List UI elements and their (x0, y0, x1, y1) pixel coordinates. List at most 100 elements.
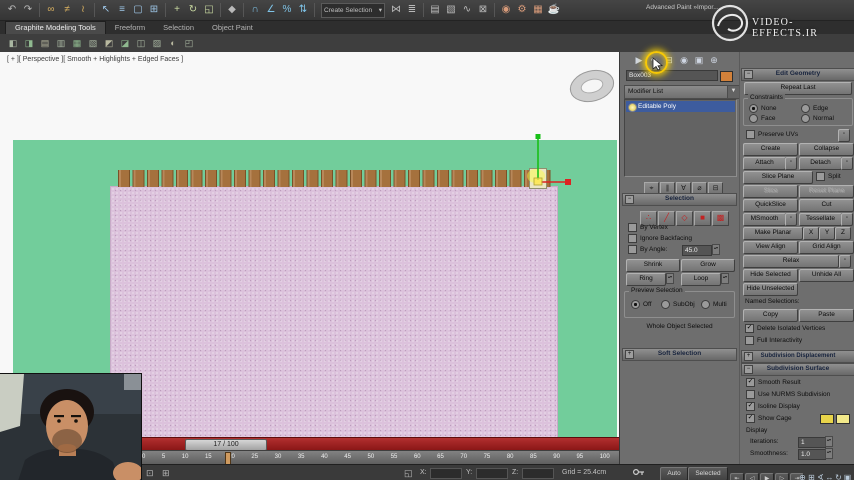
previous-frame-button[interactable]: ◁ (745, 473, 759, 480)
copy-button[interactable]: Copy (743, 309, 798, 322)
viewport-label[interactable]: [ + ][ Perspective ][ Smooth + Highlight… (7, 56, 183, 63)
play-button[interactable]: ▶ (760, 473, 774, 480)
align-icon[interactable]: ≣ (404, 2, 420, 18)
pan-icon[interactable]: ↔ (825, 472, 834, 480)
relax-settings-button[interactable]: ▫ (839, 255, 851, 268)
border-mode-icon[interactable]: ◇ (676, 211, 693, 226)
soft-selection-rollout-header[interactable]: + Soft Selection (622, 348, 737, 361)
loop-spinner[interactable]: ▴▾ (721, 273, 729, 284)
by-angle-checkbox[interactable]: By Angle: (628, 245, 667, 254)
cage-selected-color-swatch[interactable] (836, 414, 850, 424)
smoothness-spinner[interactable]: ▴▾ (825, 448, 833, 459)
smooth-result-checkbox[interactable]: Smooth Result (746, 378, 801, 387)
planar-y-button[interactable]: Y (819, 227, 835, 240)
ribbon-icon[interactable]: ▨ (150, 36, 164, 50)
ribbon-tab[interactable]: Selection (154, 21, 203, 34)
modifier-stack[interactable]: Editable Poly (624, 99, 737, 177)
use-nurms-checkbox[interactable]: Use NURMS Subdivision (746, 390, 830, 399)
full-interactivity-checkbox[interactable]: Full Interactivity (745, 336, 802, 345)
shrink-button[interactable]: Shrink (626, 259, 680, 272)
angle-value-field[interactable]: 45.0 (682, 245, 712, 256)
rendered-frame-icon[interactable]: ▦ (530, 2, 546, 18)
graphite-toggle-icon[interactable]: ▧ (443, 2, 459, 18)
rect-selection-region-icon[interactable]: ▢ (130, 2, 146, 18)
redo-icon[interactable]: ↷ (20, 2, 36, 18)
hide-selected-button[interactable]: Hide Selected (743, 269, 798, 282)
msmooth-settings-button[interactable]: ▫ (785, 213, 797, 226)
isolate-toggle-icon[interactable]: ⊞ (162, 467, 170, 479)
delete-isolated-vertices-checkbox[interactable]: Delete Isolated Vertices (745, 324, 825, 333)
by-vertex-checkbox[interactable]: By Vertex (628, 223, 668, 232)
create-tab-icon[interactable]: ▶ (632, 53, 646, 67)
angle-spinner[interactable]: ▴▾ (712, 244, 720, 255)
relax-button[interactable]: Relax (743, 255, 839, 268)
iterations-field[interactable]: 1 (798, 437, 826, 448)
utilities-tab-icon[interactable]: ⊕ (707, 53, 721, 67)
ribbon-icon[interactable]: ◨ (22, 36, 36, 50)
cut-button[interactable]: Cut (799, 199, 854, 212)
slice-plane-button[interactable]: Slice Plane (743, 171, 813, 184)
detach-button[interactable]: Detach (799, 157, 842, 170)
ring-spinner[interactable]: ▴▾ (666, 273, 674, 284)
modifier-list-dropdown[interactable]: Modifier List ▼ (624, 85, 740, 99)
selection-lock-icon[interactable]: ⊡ (146, 467, 154, 479)
maximize-viewport-icon[interactable]: ▣ (843, 472, 852, 480)
window-crossing-icon[interactable]: ⊞ (146, 2, 162, 18)
ribbon-icon[interactable]: ◫ (134, 36, 148, 50)
attach-button[interactable]: Attach (743, 157, 786, 170)
rotate-icon[interactable]: ↻ (185, 2, 201, 18)
fov-icon[interactable]: ∢ (816, 472, 825, 480)
split-checkbox[interactable]: Split (816, 172, 841, 181)
detach-settings-button[interactable]: ▫ (841, 157, 853, 170)
absolute-offset-toggle-icon[interactable]: ◱ (404, 467, 413, 479)
next-frame-button[interactable]: ▷ (775, 473, 789, 480)
modifier-stack-item[interactable]: Editable Poly (626, 101, 735, 112)
ignore-backfacing-checkbox[interactable]: Ignore Backfacing (628, 234, 692, 243)
angle-snap-icon[interactable]: ∠ (263, 2, 279, 18)
loop-button[interactable]: Loop (681, 273, 721, 286)
ring-button[interactable]: Ring (626, 273, 666, 286)
polygon-mode-icon[interactable]: ■ (694, 211, 711, 226)
tessellate-button[interactable]: Tessellate (799, 213, 842, 226)
select-link-icon[interactable]: ∞ (43, 2, 59, 18)
manipulate-icon[interactable]: ◆ (224, 2, 240, 18)
edit-geometry-rollout-header[interactable]: − Edit Geometry (741, 68, 854, 81)
select-by-name-icon[interactable]: ≡ (114, 2, 130, 18)
schematic-view-icon[interactable]: ⊠ (475, 2, 491, 18)
render-production-icon[interactable]: ☕ (546, 2, 562, 18)
snap-toggle-icon[interactable]: ∩ (247, 2, 263, 18)
object-name-field[interactable]: Box003 (626, 70, 718, 81)
subdivision-surface-rollout-header[interactable]: − Subdivision Surface (741, 363, 854, 376)
ribbon-icon[interactable]: ▤ (38, 36, 52, 50)
constraint-normal-radio[interactable]: Normal (801, 114, 834, 123)
view-align-button[interactable]: View Align (743, 241, 798, 254)
bind-spacewarp-icon[interactable]: ≀ (75, 2, 91, 18)
quickslice-button[interactable]: QuickSlice (743, 199, 798, 212)
display-tab-icon[interactable]: ▣ (692, 53, 706, 67)
material-editor-icon[interactable]: ◉ (498, 2, 514, 18)
set-key-icon[interactable] (632, 466, 645, 480)
preview-multi-radio[interactable]: Multi (701, 300, 727, 309)
orbit-icon[interactable]: ↻ (834, 472, 843, 480)
show-cage-checkbox[interactable]: Show Cage (746, 414, 792, 423)
preserve-uvs-checkbox[interactable]: Preserve UVs (746, 130, 798, 139)
slice-button[interactable]: Slice (743, 185, 798, 198)
ribbon-icon[interactable]: ▥ (54, 36, 68, 50)
select-object-icon[interactable]: ↖ (98, 2, 114, 18)
percent-snap-icon[interactable]: % (279, 2, 295, 18)
isoline-display-checkbox[interactable]: Isoline Display (746, 402, 800, 411)
ribbon-tab[interactable]: Graphite Modeling Tools (5, 21, 106, 34)
ribbon-tab[interactable]: Freeform (106, 21, 154, 34)
planar-z-button[interactable]: Z (835, 227, 851, 240)
x-coordinate-field[interactable] (430, 468, 462, 479)
hide-unselected-button[interactable]: Hide Unselected (743, 283, 798, 296)
preview-subobj-radio[interactable]: SubObj (661, 300, 695, 309)
zoom-extents-icon[interactable]: ⊞ (807, 472, 816, 480)
ribbon-icon[interactable]: ◪ (118, 36, 132, 50)
preserve-uvs-settings-button[interactable]: ▫ (838, 129, 850, 142)
smoothness-field[interactable]: 1.0 (798, 449, 826, 460)
ribbon-tab[interactable]: Object Paint (203, 21, 262, 34)
transform-gizmo[interactable] (505, 132, 585, 202)
lightbulb-icon[interactable] (628, 103, 637, 112)
mirror-icon[interactable]: ⋈ (388, 2, 404, 18)
